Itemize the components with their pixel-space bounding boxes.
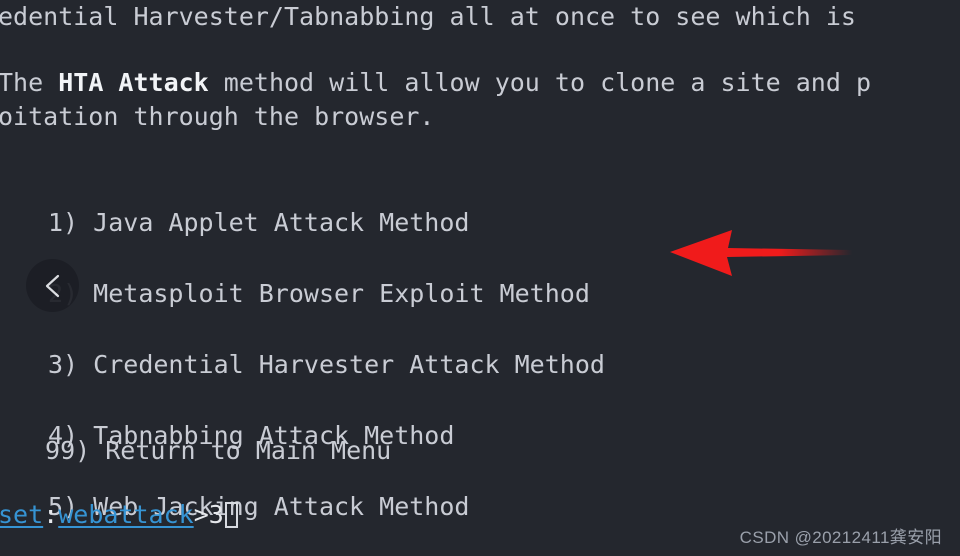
intro-line-2: The HTA Attack method will allow you to … <box>0 68 871 98</box>
menu-item-3[interactable]: 3) Credential Harvester Attack Method <box>48 348 605 381</box>
attack-method-menu: 1) Java Applet Attack Method 2) Metasplo… <box>48 168 605 556</box>
prompt-separator: : <box>43 500 59 529</box>
intro-line-3: oitation through the browser. <box>0 102 435 131</box>
chevron-left-icon <box>45 274 59 297</box>
watermark-text: CSDN @20212411龚安阳 <box>739 528 942 547</box>
menu-item-3-number: 3) <box>48 350 79 379</box>
text-cursor <box>224 502 238 528</box>
menu-item-1-number: 1) <box>48 208 79 237</box>
prompt-context-name: webattack <box>58 500 194 529</box>
left-arrow-icon <box>670 230 852 276</box>
terminal-screen: edential Harvester/Tabnabbing all at onc… <box>0 0 960 556</box>
prompt-app-name: set <box>0 500 44 529</box>
red-arrow-annotation <box>666 226 852 278</box>
prompt-caret: > <box>193 500 209 529</box>
menu-item-3-label: Credential Harvester Attack Method <box>93 350 605 379</box>
menu-item-1[interactable]: 1) Java Applet Attack Method <box>48 206 605 239</box>
shell-prompt[interactable]: set:webattack>3 <box>0 500 238 530</box>
intro-line-2-emphasis: HTA Attack <box>58 68 209 97</box>
menu-item-1-label: Java Applet Attack Method <box>93 208 470 237</box>
chevron-left-nav-button[interactable] <box>26 259 79 312</box>
prompt-input-value[interactable]: 3 <box>209 500 224 529</box>
menu-item-2[interactable]: 2) Metasploit Browser Exploit Method <box>48 277 605 310</box>
menu-item-2-label: Metasploit Browser Exploit Method <box>93 279 590 308</box>
intro-line-2-prefix: The <box>0 68 59 97</box>
intro-line-2-suffix: method will allow you to clone a site an… <box>208 68 871 97</box>
intro-line-1: edential Harvester/Tabnabbing all at onc… <box>0 2 856 31</box>
menu-item-return-to-main-menu[interactable]: 99) Return to Main Menu <box>30 434 391 467</box>
